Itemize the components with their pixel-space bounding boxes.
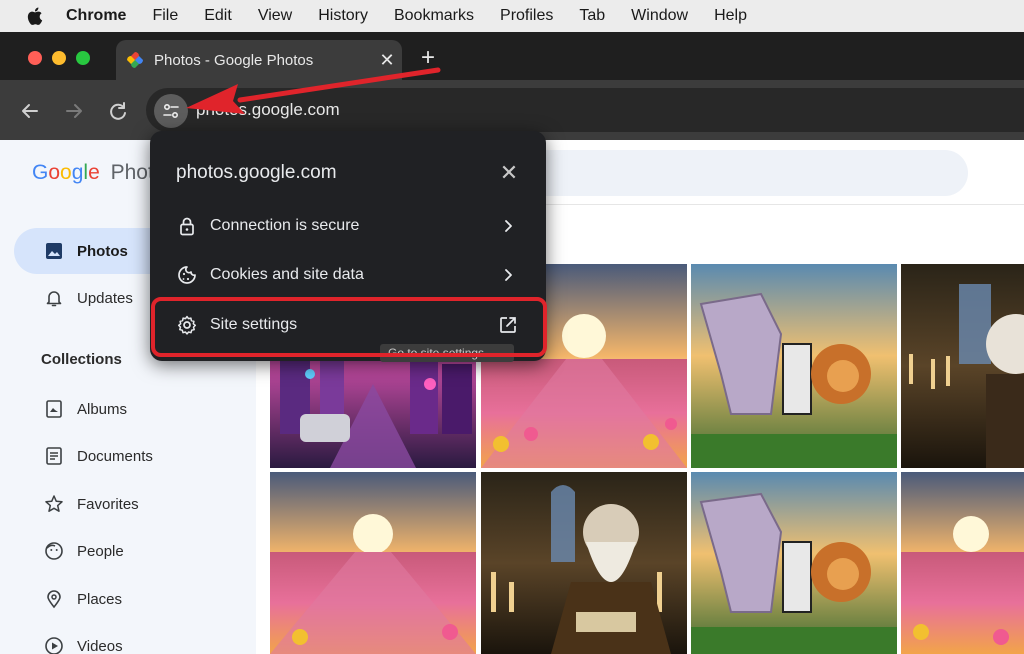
popup-domain-title: photos.google.com (176, 162, 337, 183)
photo-thumbnail[interactable] (901, 264, 1024, 468)
logo-letter: o (60, 161, 72, 184)
browser-tab[interactable]: Photos - Google Photos ✕ (116, 40, 402, 80)
tab-title: Photos - Google Photos (154, 51, 314, 69)
sidebar-item-label: Videos (77, 637, 123, 654)
logo-letter: o (48, 161, 61, 184)
sidebar-item-label: People (77, 542, 124, 560)
logo-letter: e (88, 161, 100, 184)
window-minimize-button[interactable] (52, 51, 66, 65)
url-text[interactable]: photos.google.com (196, 100, 340, 120)
cookies-site-data-label: Cookies and site data (210, 266, 364, 283)
menu-view[interactable]: View (258, 7, 292, 25)
site-settings-highlight-box (151, 297, 547, 357)
cookie-icon (178, 266, 196, 284)
sidebar-item-label: Albums (77, 400, 128, 418)
logo-letter: G (32, 161, 49, 184)
photo-thumbnail[interactable] (270, 472, 476, 654)
logo-letter: g (71, 161, 84, 184)
album-icon (46, 400, 62, 418)
apple-logo-icon[interactable] (26, 5, 46, 27)
new-tab-button[interactable]: + (414, 44, 442, 72)
sidebar-item-videos[interactable]: Videos (14, 623, 254, 654)
sidebar-item-favorites[interactable]: Favorites (14, 481, 254, 527)
sidebar-item-label: Updates (77, 289, 133, 307)
connection-secure-row[interactable]: Connection is secure (150, 204, 546, 248)
photo-thumbnail[interactable] (481, 472, 687, 654)
site-info-button[interactable] (154, 94, 188, 128)
menu-history[interactable]: History (318, 7, 368, 25)
cookies-site-data-row[interactable]: Cookies and site data (150, 253, 546, 297)
menu-bookmarks[interactable]: Bookmarks (394, 7, 474, 25)
reload-icon[interactable] (104, 97, 132, 125)
sidebar-item-places[interactable]: Places (14, 576, 254, 622)
mac-menubar: Chrome File Edit View History Bookmarks … (0, 0, 1024, 32)
sidebar-item-label: Favorites (77, 495, 139, 513)
window-zoom-button[interactable] (76, 51, 90, 65)
menu-app-name[interactable]: Chrome (66, 7, 126, 25)
pin-icon (47, 590, 61, 609)
connection-secure-label: Connection is secure (210, 217, 360, 234)
forward-arrow-icon[interactable] (60, 97, 88, 125)
google-photos-favicon-icon (127, 52, 143, 68)
video-icon (45, 637, 63, 654)
sidebar-item-label: Photos (77, 242, 128, 260)
tab-close-icon[interactable]: ✕ (372, 50, 402, 71)
photo-thumbnail[interactable] (691, 264, 897, 468)
back-arrow-icon[interactable] (16, 97, 44, 125)
popup-close-icon[interactable]: ✕ (498, 160, 520, 186)
photo-thumbnail[interactable] (691, 472, 897, 654)
photo-icon (46, 243, 62, 259)
document-icon (46, 447, 62, 465)
star-icon (45, 495, 63, 512)
google-photos-logo[interactable]: Google Photo (32, 161, 166, 185)
menu-profiles[interactable]: Profiles (500, 7, 553, 25)
sidebar-item-documents[interactable]: Documents (14, 433, 254, 479)
photo-thumbnail[interactable] (901, 472, 1024, 654)
people-icon (45, 542, 63, 560)
menu-window[interactable]: Window (631, 7, 688, 25)
menu-edit[interactable]: Edit (204, 7, 232, 25)
sidebar-item-label: Documents (77, 447, 153, 465)
sidebar-item-label: Places (77, 590, 123, 608)
chevron-right-icon (505, 220, 512, 232)
window-close-button[interactable] (28, 51, 42, 65)
bell-icon (46, 291, 62, 307)
tune-icon (163, 103, 179, 119)
collections-heading: Collections (41, 351, 122, 368)
chevron-right-icon (505, 269, 512, 281)
menu-file[interactable]: File (152, 7, 178, 25)
sidebar-item-people[interactable]: People (14, 528, 254, 574)
sidebar-item-albums[interactable]: Albums (14, 386, 254, 432)
lock-icon (180, 217, 194, 236)
menu-help[interactable]: Help (714, 7, 747, 25)
menu-tab[interactable]: Tab (579, 7, 605, 25)
